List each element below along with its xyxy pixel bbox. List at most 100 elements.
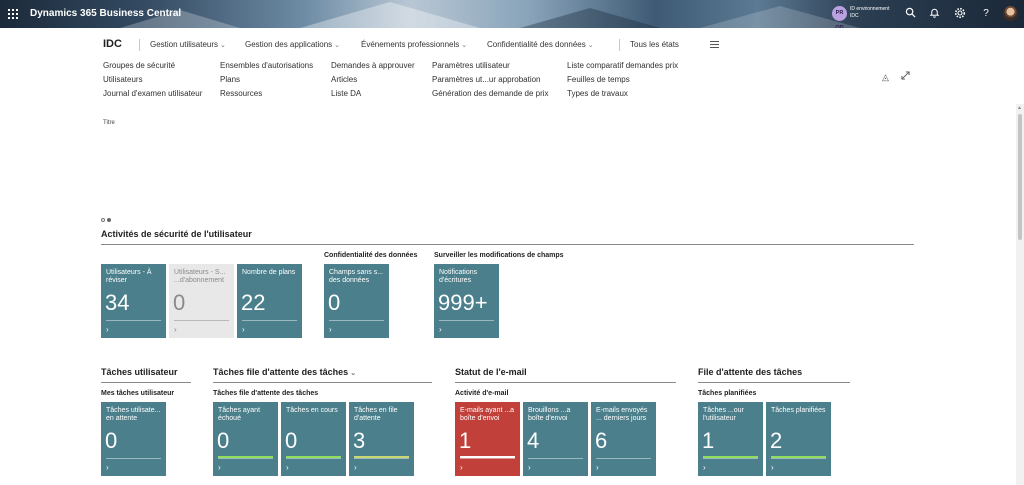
tile-value: 2	[770, 428, 783, 453]
tile-label: Champs sans s... des données	[329, 269, 384, 284]
tile-failed-tasks[interactable]: Tâches ayant échoué 0 ›	[213, 402, 278, 476]
headline-pager[interactable]	[101, 209, 113, 227]
tile-label: Tâches en cours	[286, 407, 338, 414]
waffle-icon[interactable]	[8, 9, 18, 19]
tile-value: 34	[105, 290, 130, 315]
tile-unclassified-fields[interactable]: Champs sans s... des données 0 ›	[324, 264, 389, 338]
tile-value: 1	[459, 428, 472, 453]
tile-divider	[106, 458, 161, 459]
section-title-queue-tasks[interactable]: Tâches file d'attente des tâches ⌄	[213, 367, 356, 377]
tile-divider	[106, 320, 161, 321]
help-icon[interactable]: ?	[979, 7, 993, 21]
tile-sent-emails[interactable]: E-mails envoyés ... derniers jours 6 ›	[591, 402, 656, 476]
tile-value: 0	[173, 290, 186, 315]
top-bar: Dynamics 365 Business Central PR OD ID e…	[0, 0, 1024, 28]
tile-pending-user-tasks[interactable]: Tâches utilisate... en attente 0 ›	[101, 402, 166, 476]
tile-divider	[771, 458, 826, 459]
tile-value: 4	[527, 428, 540, 453]
tile-entry-notifications[interactable]: Notifications d'écritures 999+ ›	[434, 264, 499, 338]
chevron-right-icon: ›	[106, 463, 109, 472]
scrollbar-thumb[interactable]	[1018, 114, 1022, 240]
tile-label: Utilisateurs - S... ...d'abonnement	[174, 269, 226, 284]
tile-value: 0	[285, 428, 298, 453]
tile-label: Nombre de plans	[242, 269, 296, 276]
group-title-my-tasks: Mes tâches utilisateur	[101, 390, 175, 397]
tile-label: Tâches planifiées	[771, 407, 826, 414]
action-link[interactable]: Types de travaux	[567, 89, 628, 98]
tile-queued-tasks[interactable]: Tâches en file d'attente 3 ›	[349, 402, 414, 476]
pager-dot[interactable]	[101, 218, 105, 222]
scroll-up-icon[interactable]: ▲	[1017, 105, 1022, 111]
tile-user-scheduled-tasks[interactable]: Tâches ...our l'utilisateur 1 ›	[698, 402, 763, 476]
action-link[interactable]: Journal d'examen utilisateur	[103, 89, 202, 98]
tile-plan-count[interactable]: Nombre de plans 22 ›	[237, 264, 302, 338]
group-title-scheduled: Tâches planifiées	[698, 390, 757, 397]
tile-divider	[528, 458, 583, 459]
tile-users-subscription[interactable]: Utilisateurs - S... ...d'abonnement 0 ›	[169, 264, 234, 338]
action-link[interactable]: Liste comparatif demandes prix	[567, 61, 678, 70]
tile-label: E-mails envoyés ... derniers jours	[596, 407, 648, 422]
action-link[interactable]: Plans	[220, 75, 240, 84]
nav-gestion-utilisateurs[interactable]: Gestion utilisateurs ⌄	[150, 40, 226, 49]
tile-label: Tâches ...our l'utilisateur	[703, 407, 744, 422]
chevron-right-icon: ›	[286, 463, 289, 472]
environment-company: IDC	[850, 13, 859, 19]
nav-tous-les-etats[interactable]: Tous les états	[630, 40, 679, 49]
tile-divider	[242, 320, 297, 321]
tile-divider	[596, 458, 651, 459]
hamburger-icon[interactable]	[710, 41, 719, 50]
app-title[interactable]: Dynamics 365 Business Central	[30, 8, 181, 19]
avatar[interactable]	[1003, 6, 1018, 21]
tile-failed-emails[interactable]: E-mails ayant ...a boîte d'envoi 1 ›	[455, 402, 520, 476]
section-divider	[455, 382, 676, 383]
chevron-right-icon: ›	[242, 325, 245, 334]
action-link[interactable]: Génération des demande de prix	[432, 89, 549, 98]
gear-icon[interactable]	[953, 7, 967, 21]
section-divider	[101, 244, 914, 245]
chevron-right-icon: ›	[174, 325, 177, 334]
chevron-right-icon: ›	[703, 463, 706, 472]
action-link[interactable]: Ressources	[220, 89, 262, 98]
search-icon[interactable]	[903, 7, 917, 21]
action-link[interactable]: Paramètres utilisateur	[432, 61, 510, 70]
tile-running-tasks[interactable]: Tâches en cours 0 ›	[281, 402, 346, 476]
expand-icon[interactable]	[901, 71, 910, 83]
chevron-down-icon: ⌄	[350, 370, 357, 377]
action-link[interactable]: Liste DA	[331, 89, 361, 98]
nav-gestion-applications[interactable]: Gestion des applications ⌄	[245, 40, 340, 49]
bell-icon[interactable]	[927, 7, 941, 21]
nav-evenements-professionnels[interactable]: Événements professionnels ⌄	[361, 40, 467, 49]
action-link[interactable]: Demandes à approuver	[331, 61, 415, 70]
action-link[interactable]: Ensembles d'autorisations	[220, 61, 313, 70]
headline-title-label: Titre	[103, 120, 115, 126]
pin-icon[interactable]: ◬	[882, 72, 889, 83]
section-title-text: Tâches file d'attente des tâches	[213, 367, 349, 377]
chevron-right-icon: ›	[218, 463, 221, 472]
company-name[interactable]: IDC	[103, 38, 122, 50]
action-link[interactable]: Utilisateurs	[103, 75, 143, 84]
tile-value: 999+	[438, 290, 488, 315]
pager-dot-active[interactable]	[107, 218, 111, 222]
tile-scheduled-tasks[interactable]: Tâches planifiées 2 ›	[766, 402, 831, 476]
tile-value: 6	[595, 428, 608, 453]
tile-users-to-review[interactable]: Utilisateurs - À réviser 34 ›	[101, 264, 166, 338]
chevron-down-icon: ⌄	[461, 42, 468, 49]
tile-draft-emails[interactable]: Brouillons ...a boîte d'envoi 4 ›	[523, 402, 588, 476]
tile-label: Brouillons ...a boîte d'envoi	[528, 407, 571, 422]
environment-info[interactable]: ID environnement IDC	[850, 6, 889, 20]
tile-label: E-mails ayant ...a boîte d'envoi	[460, 407, 515, 422]
tile-label: Tâches utilisate... en attente	[106, 407, 161, 422]
tile-value: 22	[241, 290, 266, 315]
action-link[interactable]: Groupes de sécurité	[103, 61, 175, 70]
action-link[interactable]: Feuilles de temps	[567, 75, 630, 84]
nav-label: Confidentialité des données	[487, 40, 586, 49]
action-link[interactable]: Articles	[331, 75, 357, 84]
tile-label: Tâches ayant échoué	[218, 407, 261, 422]
tile-value: 3	[353, 428, 366, 453]
section-title-job-queue: File d'attente des tâches	[698, 367, 803, 377]
action-link[interactable]: Paramètres ut...ur approbation	[432, 75, 541, 84]
section-title-user-tasks: Tâches utilisateur	[101, 367, 178, 377]
environment-badge[interactable]: PR OD	[832, 6, 847, 28]
nav-confidentialite[interactable]: Confidentialité des données ⌄	[487, 40, 594, 49]
tile-divider	[703, 458, 758, 459]
